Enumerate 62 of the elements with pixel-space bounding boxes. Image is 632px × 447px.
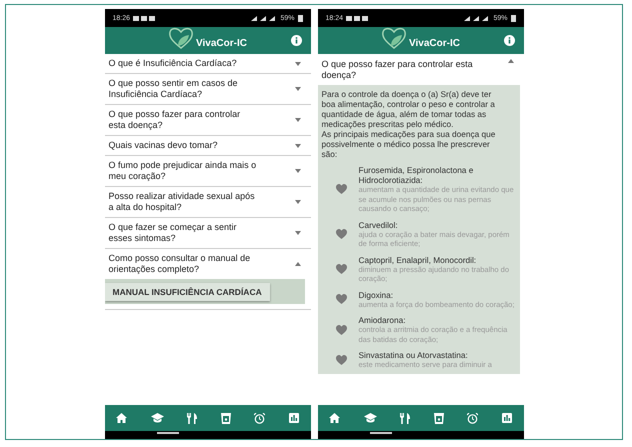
faq-question: O que posso sentir em casos de Insuficiência Cardíaca? [108, 78, 239, 100]
faq-question: O que é Insuficiência Cardíaca? [108, 58, 238, 69]
battery-icon [510, 14, 516, 22]
app-title: VivaCor-IC [409, 38, 460, 48]
medication-name: Carvedilol: [358, 220, 399, 230]
info-icon[interactable] [504, 35, 514, 46]
faq-question: Posso realizar atividade sexual após a alta do hospital? [108, 191, 256, 213]
faq-item[interactable]: O que posso sentir em casos de Insuficiência Cardíaca? [104, 74, 310, 104]
faq-item[interactable]: O que é Insuficiência Cardíaca? [104, 54, 310, 73]
heart-icon [336, 264, 346, 274]
faq-question: O fumo pode prejudicar ainda mais o meu coração? [108, 160, 258, 182]
medication-name: Sinvastatina ou Atorvastatina: [358, 350, 469, 360]
info-icon[interactable] [290, 35, 302, 46]
answer-text: As principais medicações para sua doença que [322, 129, 496, 139]
heart-icon [336, 354, 346, 365]
faq-item[interactable]: Posso realizar atividade sexual após a alta do hospital? [104, 187, 310, 217]
heart-icon [336, 324, 346, 334]
manual-button[interactable]: MANUAL INSUFICIÊNCIA CARDÍACA [104, 283, 270, 301]
alarm-clock-icon[interactable] [467, 412, 478, 424]
medication-name: Amiodarona: [358, 315, 407, 325]
faq-item[interactable]: O que fazer se começar a sentir esses sintomas? [104, 218, 310, 248]
answer-text: quantidade de água, além de tomar todas as [322, 109, 488, 119]
signal-icons [464, 14, 490, 22]
heart-leaf-logo-icon [168, 26, 194, 50]
medication-name: Digoxina: [358, 290, 394, 300]
medication-name: Furosemida, Espironolactona e Hidroclorotiazida: [358, 165, 474, 185]
bar-chart-icon[interactable] [502, 413, 512, 423]
alarm-clock-icon[interactable] [254, 412, 266, 424]
heart-icon [336, 184, 346, 194]
heart-icon [336, 229, 346, 239]
answer-text: boa alimentação, controlar o peso e controlar a [322, 99, 496, 109]
answer-text: Para o controle da doença o (a) Sr(a) deve ter [322, 89, 492, 99]
battery-icon [298, 14, 302, 22]
faq-item[interactable]: O que posso fazer para controlar esta doença? [104, 105, 310, 135]
faq-item[interactable]: Como posso consultar o manual de orientações completo? [104, 249, 310, 279]
home-icon[interactable] [329, 413, 340, 423]
answer-text: possivelmente o médico possa lhe prescrever [322, 139, 491, 149]
app-title: VivaCor-IC [196, 38, 247, 48]
faq-question: Como posso consultar o manual de orientações completo? [108, 253, 252, 275]
faq-question: O que posso fazer para controlar esta doença? [322, 59, 474, 81]
heart-icon [336, 294, 346, 304]
notification-icons [346, 14, 370, 22]
fork-knife-icon[interactable] [400, 412, 410, 424]
faq-item[interactable]: O que posso fazer para controlar esta doença? [318, 54, 524, 85]
medication-name: Captopril, Enalapril, Monocordil: [358, 254, 478, 264]
fork-knife-icon[interactable] [187, 412, 198, 424]
notification-icons [133, 14, 158, 22]
faq-question: Quais vacinas devo tomar? [108, 140, 219, 151]
faq-question: O que posso fazer para controlar esta doença? [108, 109, 242, 131]
faq-question: O que fazer se começar a sentir esses sintomas? [108, 222, 238, 244]
signal-icons [251, 14, 278, 22]
faq-item[interactable]: O fumo pode prejudicar ainda mais o meu coração? [104, 156, 310, 186]
heart-leaf-logo-icon [381, 26, 408, 50]
answer-text: são: [322, 149, 338, 159]
home-icon[interactable] [116, 413, 128, 423]
bar-chart-icon[interactable] [288, 413, 299, 423]
graduation-cap-icon[interactable] [364, 413, 377, 423]
faq-item[interactable]: Quais vacinas devo tomar? [104, 136, 310, 155]
cup-icon[interactable] [220, 412, 231, 424]
cup-icon[interactable] [434, 412, 444, 424]
graduation-cap-icon[interactable] [150, 413, 164, 423]
answer-text: medicações prescritas pelo médico. [322, 119, 454, 129]
